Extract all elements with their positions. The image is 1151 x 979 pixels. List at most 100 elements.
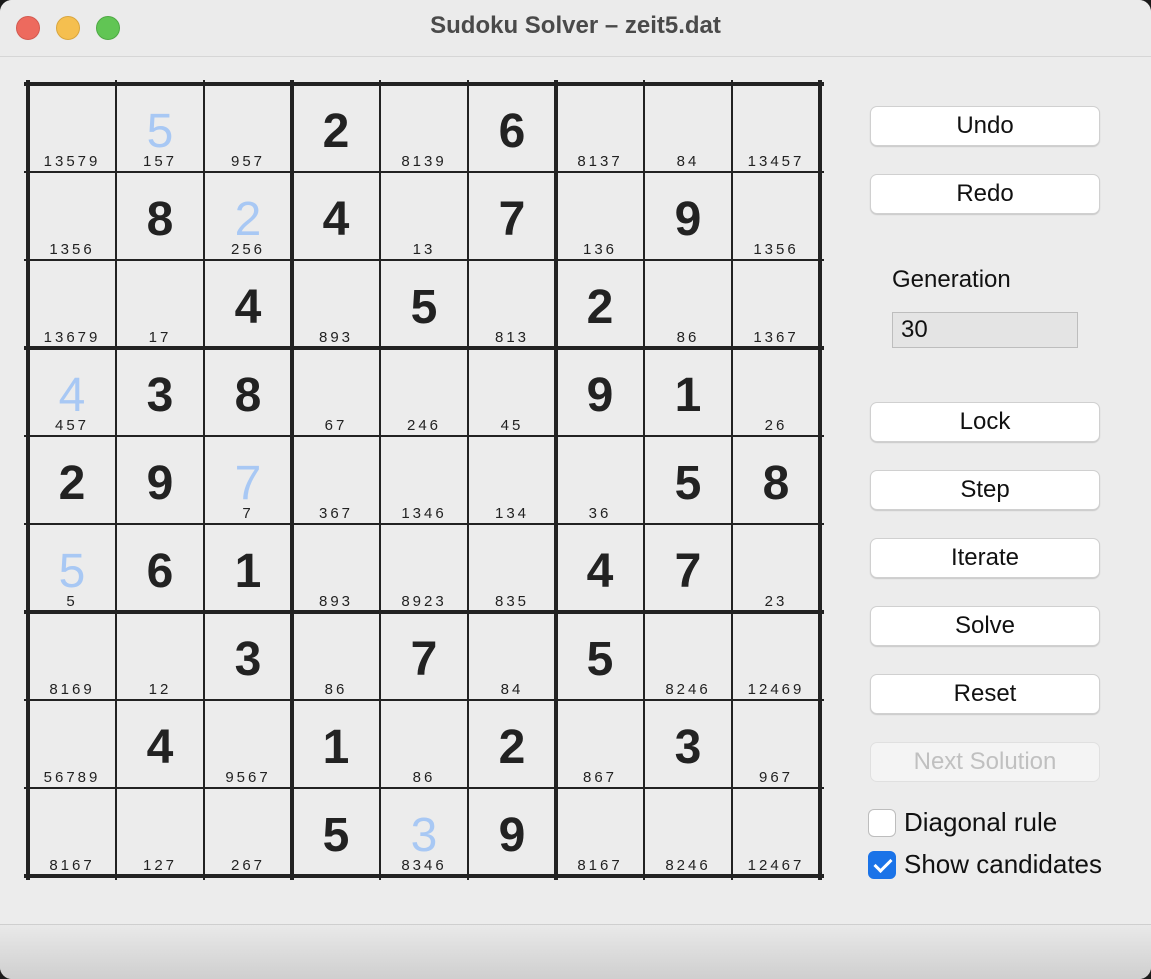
- sudoku-cell[interactable]: 5 157: [116, 84, 204, 172]
- sudoku-cell[interactable]: 6: [116, 524, 204, 612]
- sudoku-cell[interactable]: 136: [556, 172, 644, 260]
- sudoku-cell[interactable]: 56789: [28, 700, 116, 788]
- sudoku-cell[interactable]: 835: [468, 524, 556, 612]
- sudoku-cell[interactable]: 86: [380, 700, 468, 788]
- sudoku-cell[interactable]: 6: [468, 84, 556, 172]
- sudoku-cell[interactable]: 8169: [28, 612, 116, 700]
- sudoku-cell[interactable]: 12: [116, 612, 204, 700]
- sudoku-cell[interactable]: 246: [380, 348, 468, 436]
- sudoku-cell[interactable]: 67: [292, 348, 380, 436]
- sudoku-cell[interactable]: 2: [28, 436, 116, 524]
- sudoku-cell[interactable]: 23: [732, 524, 820, 612]
- redo-button[interactable]: Redo: [870, 174, 1100, 214]
- solve-button[interactable]: Solve: [870, 606, 1100, 646]
- app-window: Sudoku Solver – zeit5.dat 13579 5 157 957 2 8…: [0, 0, 1151, 979]
- sudoku-cell[interactable]: 1367: [732, 260, 820, 348]
- sudoku-cell[interactable]: 8246: [644, 612, 732, 700]
- show-candidates-label[interactable]: Show candidates: [904, 849, 1102, 880]
- sudoku-cell[interactable]: 13579: [28, 84, 116, 172]
- sudoku-cell[interactable]: 867: [556, 700, 644, 788]
- show-candidates-checkbox[interactable]: [868, 851, 896, 879]
- sudoku-cell[interactable]: 3: [204, 612, 292, 700]
- sudoku-cell[interactable]: 26: [732, 348, 820, 436]
- sudoku-cell[interactable]: 17: [116, 260, 204, 348]
- sudoku-cell[interactable]: 1: [204, 524, 292, 612]
- cell-candidates: 26: [764, 417, 788, 434]
- sudoku-cell[interactable]: 13679: [28, 260, 116, 348]
- sudoku-cell[interactable]: 1356: [28, 172, 116, 260]
- sudoku-cell[interactable]: 267: [204, 788, 292, 876]
- sudoku-cell[interactable]: 8137: [556, 84, 644, 172]
- sudoku-cell[interactable]: 2 256: [204, 172, 292, 260]
- diagonal-rule-label[interactable]: Diagonal rule: [904, 807, 1057, 838]
- sudoku-cell[interactable]: 893: [292, 260, 380, 348]
- sudoku-cell[interactable]: 77: [204, 436, 292, 524]
- sudoku-cell[interactable]: 12469: [732, 612, 820, 700]
- lock-button[interactable]: Lock: [870, 402, 1100, 442]
- sudoku-cell[interactable]: 127: [116, 788, 204, 876]
- sudoku-cell[interactable]: 36: [556, 436, 644, 524]
- sudoku-cell[interactable]: 45: [468, 348, 556, 436]
- cell-digit: 4: [586, 545, 614, 598]
- sudoku-cell[interactable]: 8167: [28, 788, 116, 876]
- cell-candidates: 835: [494, 593, 530, 610]
- sudoku-cell[interactable]: 84: [644, 84, 732, 172]
- sudoku-cell[interactable]: 3: [644, 700, 732, 788]
- sudoku-cell[interactable]: 1346: [380, 436, 468, 524]
- sudoku-cell[interactable]: 4: [204, 260, 292, 348]
- sudoku-cell[interactable]: 9: [116, 436, 204, 524]
- sudoku-cell[interactable]: 9: [556, 348, 644, 436]
- sudoku-cell[interactable]: 7: [468, 172, 556, 260]
- sudoku-cell[interactable]: 367: [292, 436, 380, 524]
- sudoku-cell[interactable]: 13: [380, 172, 468, 260]
- reset-button[interactable]: Reset: [870, 674, 1100, 714]
- sudoku-cell[interactable]: 9: [468, 788, 556, 876]
- sudoku-cell[interactable]: 8246: [644, 788, 732, 876]
- undo-button[interactable]: Undo: [870, 106, 1100, 146]
- sudoku-cell[interactable]: 7: [644, 524, 732, 612]
- sudoku-cell[interactable]: 7: [380, 612, 468, 700]
- sudoku-cell[interactable]: 893: [292, 524, 380, 612]
- next-solution-button[interactable]: Next Solution: [870, 742, 1100, 782]
- sudoku-cell[interactable]: 4 457: [28, 348, 116, 436]
- sudoku-cell[interactable]: 3 8346: [380, 788, 468, 876]
- sudoku-cell[interactable]: 813: [468, 260, 556, 348]
- sudoku-cell[interactable]: 8: [204, 348, 292, 436]
- sudoku-cell[interactable]: 8: [732, 436, 820, 524]
- sudoku-cell[interactable]: 5: [292, 788, 380, 876]
- sudoku-cell[interactable]: 8: [116, 172, 204, 260]
- sudoku-cell[interactable]: 1356: [732, 172, 820, 260]
- sudoku-cell[interactable]: 4: [292, 172, 380, 260]
- sudoku-cell[interactable]: 2: [292, 84, 380, 172]
- sudoku-cell[interactable]: 8167: [556, 788, 644, 876]
- sudoku-cell[interactable]: 134: [468, 436, 556, 524]
- diagonal-rule-checkbox[interactable]: [868, 809, 896, 837]
- sudoku-cell[interactable]: 4: [116, 700, 204, 788]
- sudoku-cell[interactable]: 5: [644, 436, 732, 524]
- sudoku-cell[interactable]: 4: [556, 524, 644, 612]
- sudoku-cell[interactable]: 5: [556, 612, 644, 700]
- cell-candidates: 893: [318, 593, 354, 610]
- sudoku-cell[interactable]: 86: [644, 260, 732, 348]
- generation-field[interactable]: 30: [892, 312, 1078, 348]
- sudoku-cell[interactable]: 86: [292, 612, 380, 700]
- sudoku-cell[interactable]: 9: [644, 172, 732, 260]
- sudoku-cell[interactable]: 957: [204, 84, 292, 172]
- sudoku-cell[interactable]: 967: [732, 700, 820, 788]
- sudoku-cell[interactable]: 5: [380, 260, 468, 348]
- sudoku-cell[interactable]: 2: [468, 700, 556, 788]
- sudoku-cell[interactable]: 3: [116, 348, 204, 436]
- step-button[interactable]: Step: [870, 470, 1100, 510]
- sudoku-cell[interactable]: 13457: [732, 84, 820, 172]
- sudoku-cell[interactable]: 1: [292, 700, 380, 788]
- sudoku-cell[interactable]: 84: [468, 612, 556, 700]
- sudoku-cell[interactable]: 8923: [380, 524, 468, 612]
- sudoku-cell[interactable]: 8139: [380, 84, 468, 172]
- sudoku-cell[interactable]: 55: [28, 524, 116, 612]
- cell-digit: 7: [674, 545, 702, 598]
- sudoku-cell[interactable]: 2: [556, 260, 644, 348]
- sudoku-cell[interactable]: 12467: [732, 788, 820, 876]
- iterate-button[interactable]: Iterate: [870, 538, 1100, 578]
- sudoku-cell[interactable]: 9567: [204, 700, 292, 788]
- sudoku-cell[interactable]: 1: [644, 348, 732, 436]
